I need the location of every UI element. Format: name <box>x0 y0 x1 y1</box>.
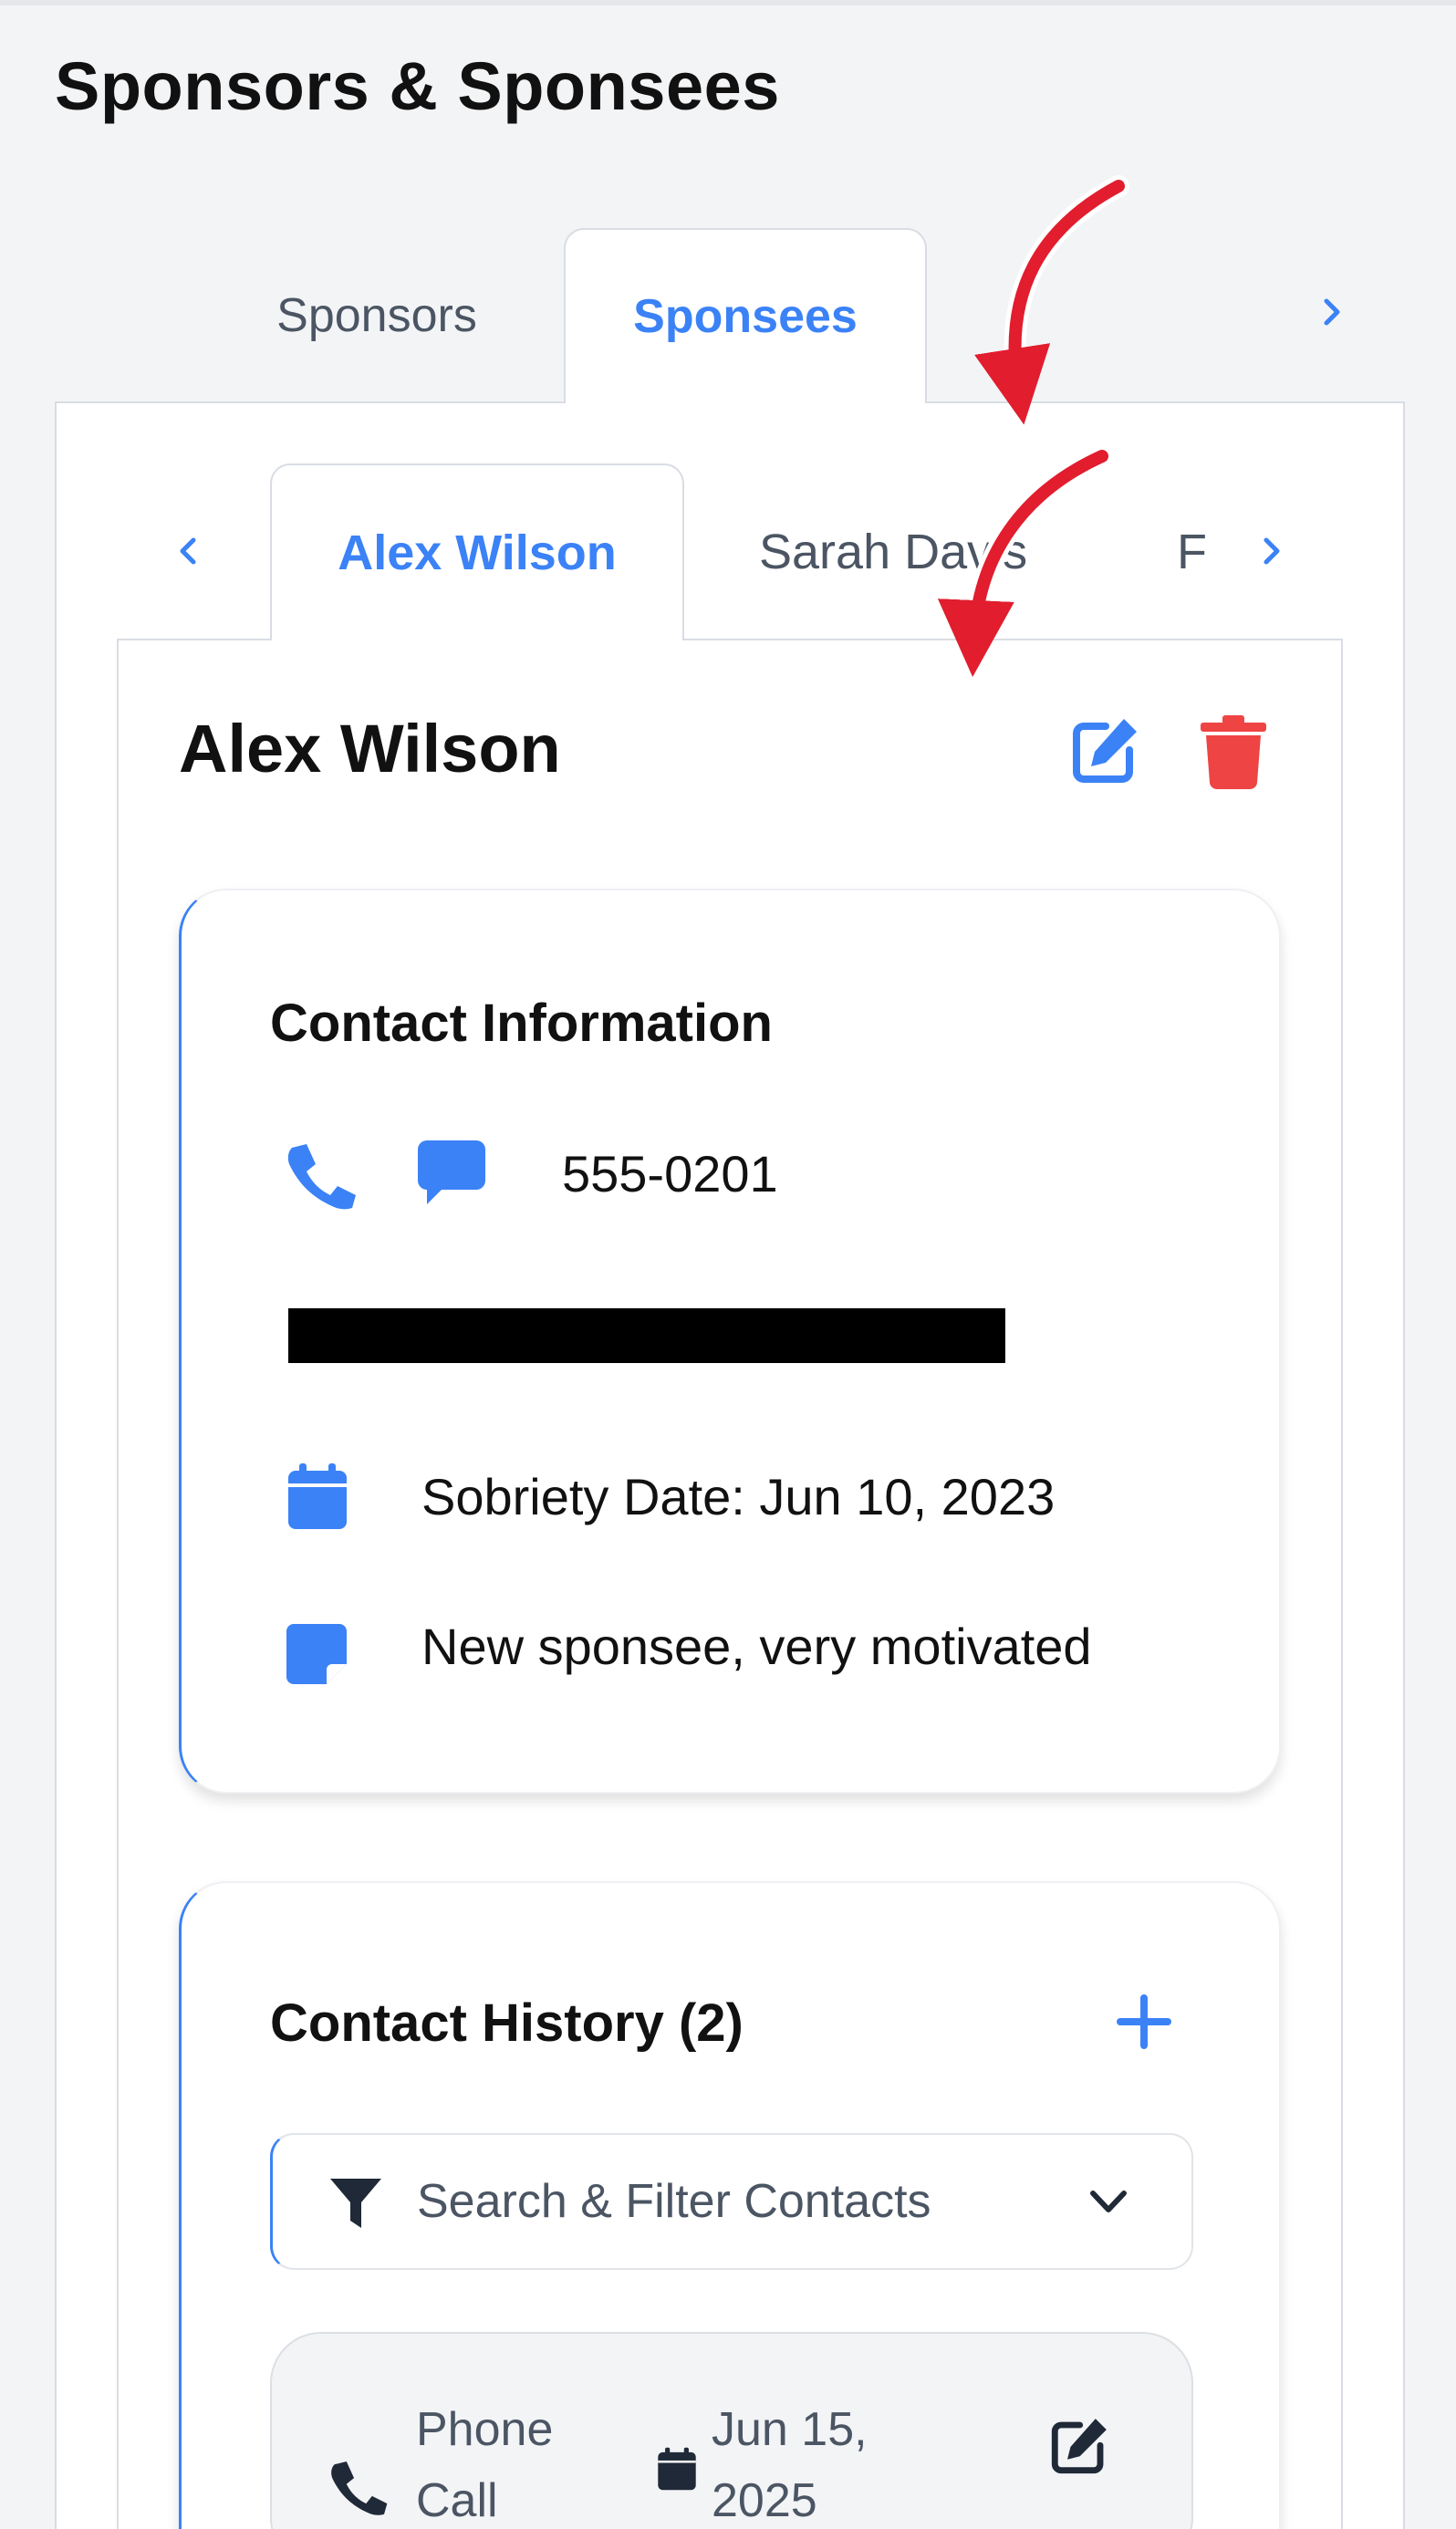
sponsee-name: Alex Wilson <box>179 711 561 786</box>
contact-information-title: Contact Information <box>270 994 773 1053</box>
redacted-field <box>288 1308 1005 1363</box>
tab-sponsors[interactable]: Sponsors <box>246 228 507 403</box>
edit-icon[interactable] <box>1066 713 1142 790</box>
tab-alex-wilson[interactable]: Alex Wilson <box>270 463 684 640</box>
chevron-right-icon[interactable] <box>1244 524 1299 578</box>
contact-history-title: Contact History (2) <box>270 1993 744 2053</box>
calendar-icon <box>286 1462 348 1535</box>
tab-sponsees[interactable]: Sponsees <box>564 228 927 403</box>
contact-type-line2: Call <box>416 2474 498 2527</box>
page-title: Sponsors & Sponsees <box>55 48 780 124</box>
contact-date: Jun 15, 2025 <box>712 2394 868 2529</box>
calendar-icon <box>657 2445 697 2497</box>
chevron-right-icon[interactable] <box>1305 285 1359 339</box>
tab-partial[interactable]: F <box>1177 463 1208 640</box>
tab-sarah-davis[interactable]: Sarah Davis <box>759 463 1051 640</box>
note-icon <box>286 1624 347 1689</box>
message-icon[interactable] <box>416 1139 487 1212</box>
top-strip <box>0 0 1456 5</box>
sobriety-date: Sobriety Date: Jun 10, 2023 <box>421 1468 1056 1525</box>
chevron-left-icon[interactable] <box>161 524 215 578</box>
contact-type: Phone Call <box>416 2394 553 2529</box>
contact-type-line1: Phone <box>416 2403 554 2456</box>
edit-icon[interactable] <box>1045 2414 1111 2484</box>
sponsee-note: New sponsee, very motivated <box>421 1618 1092 1675</box>
annotation-arrow-1 <box>1004 175 1129 398</box>
plus-icon[interactable] <box>1117 1994 1171 2054</box>
contact-date-line2: 2025 <box>712 2474 817 2527</box>
filter-label: Search & Filter Contacts <box>417 2175 931 2228</box>
search-filter-toggle[interactable]: Search & Filter Contacts <box>270 2133 1193 2270</box>
chevron-down-icon[interactable] <box>1087 2186 1129 2223</box>
phone-icon <box>328 2458 389 2521</box>
contact-date-line1: Jun 15, <box>712 2403 868 2456</box>
trash-icon[interactable] <box>1197 713 1270 790</box>
phone-number: 555-0201 <box>562 1145 778 1202</box>
page: Sponsors & Sponsees Sponsors Sponsees Al… <box>0 0 1456 2529</box>
filter-icon <box>328 2177 383 2234</box>
phone-icon[interactable] <box>285 1140 358 1214</box>
